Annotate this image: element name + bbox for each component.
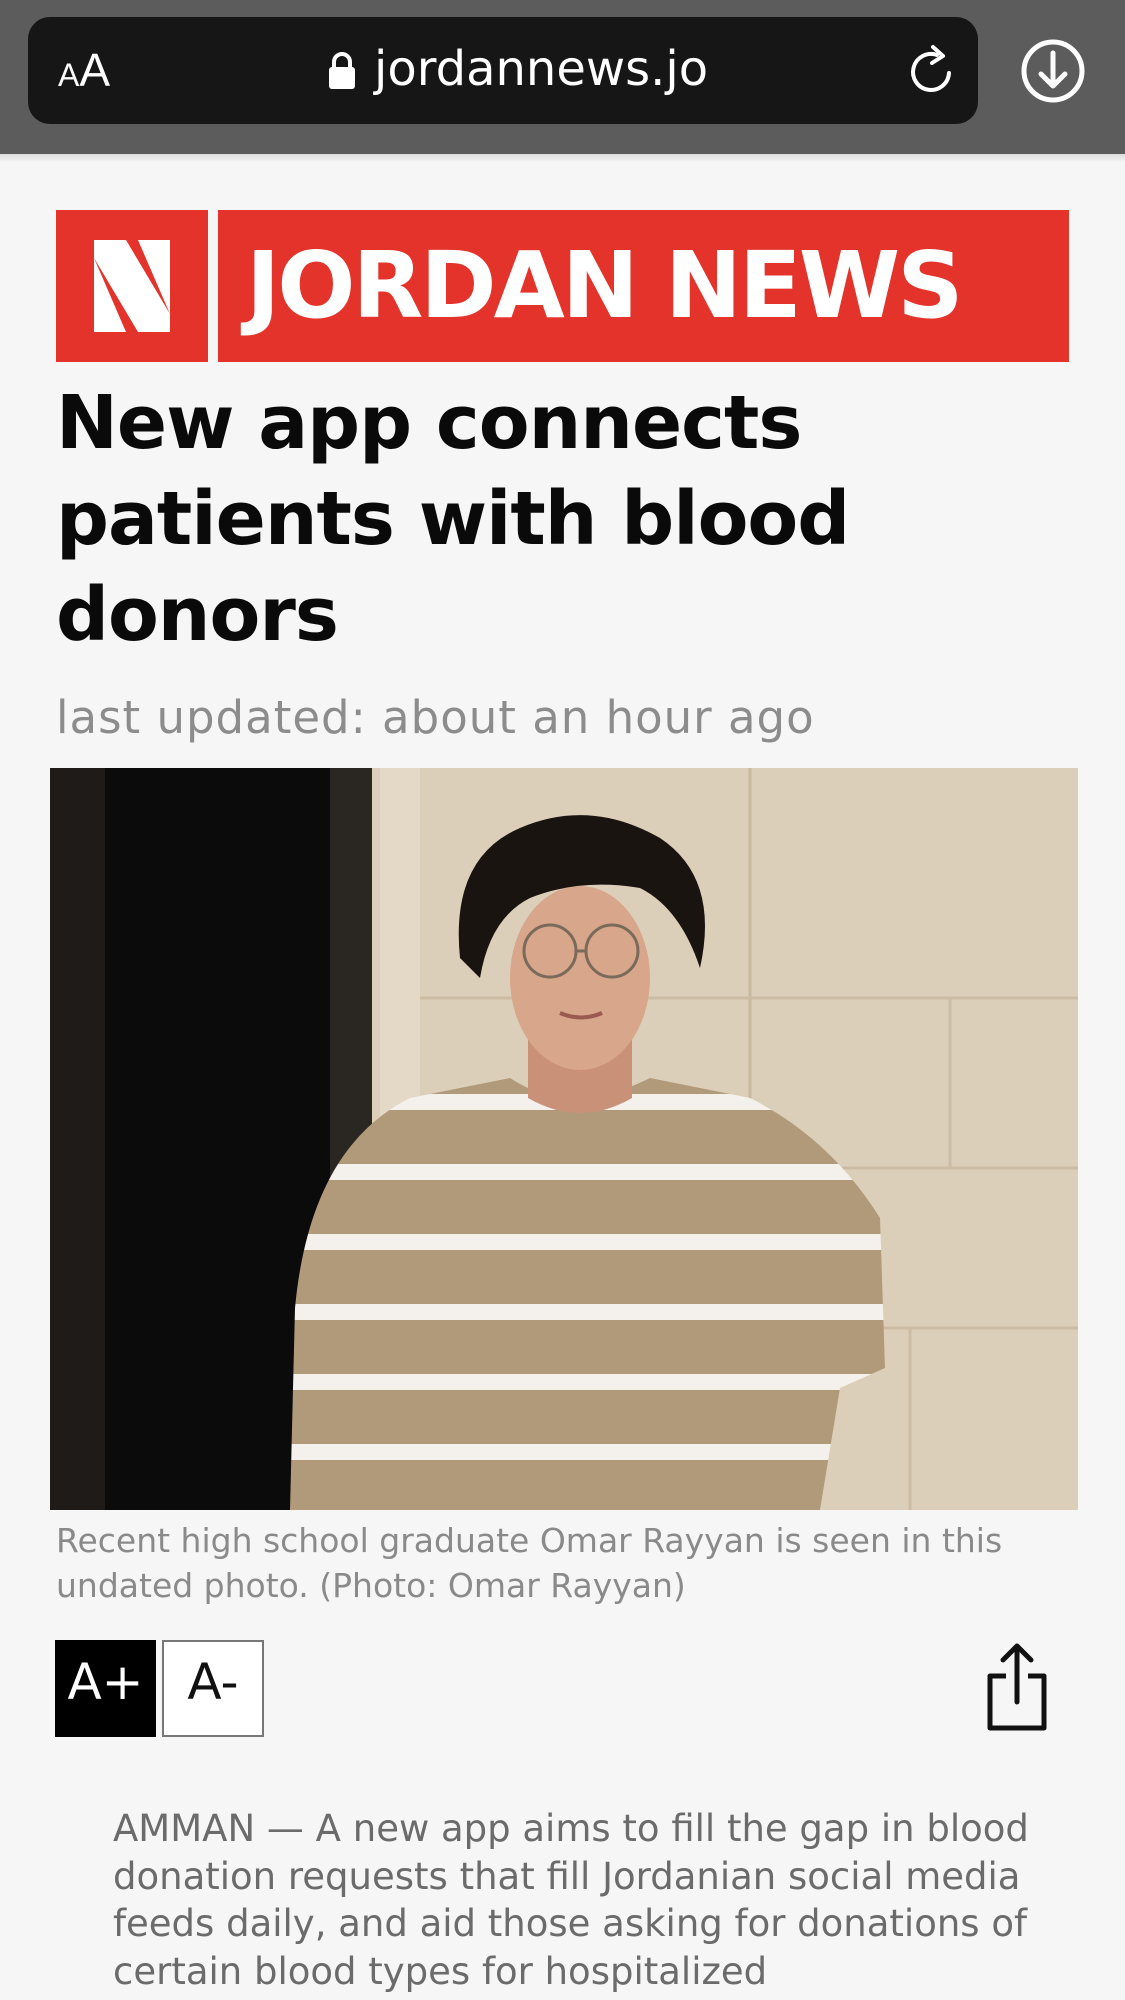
toolbar-shadow (0, 154, 1125, 162)
text-size-big-glyph: A (79, 44, 111, 96)
url-text[interactable]: jordannews.jo (374, 39, 708, 99)
last-updated: last updated: about an hour ago (56, 691, 815, 744)
reload-icon[interactable] (903, 43, 959, 99)
photo-caption: Recent high school graduate Omar Rayyan … (56, 1521, 1003, 1605)
article-body: AMMAN — A new app aims to fill the gap i… (113, 1807, 1029, 1993)
logo-wordmark: JORDAN NEWS (246, 232, 963, 339)
lock-icon (329, 52, 355, 89)
site-logo[interactable]: JORDAN NEWS (56, 210, 1069, 362)
article-headline: New app connects patients with blood don… (56, 380, 850, 658)
browser-toolbar: AA jordannews.jo (0, 0, 1125, 154)
increase-font-button[interactable]: A+ (55, 1640, 156, 1737)
share-icon[interactable] (984, 1640, 1050, 1732)
download-icon[interactable] (1020, 38, 1086, 104)
text-size-button[interactable]: AA (58, 47, 110, 93)
photo-illustration (50, 768, 1078, 1510)
decrease-font-button[interactable]: A- (162, 1640, 264, 1737)
text-size-small-glyph: A (58, 57, 80, 93)
address-bar[interactable]: AA jordannews.jo (28, 17, 978, 124)
logo-divider (208, 210, 218, 362)
article-photo[interactable] (50, 768, 1078, 1510)
logo-mark-icon (56, 210, 208, 362)
